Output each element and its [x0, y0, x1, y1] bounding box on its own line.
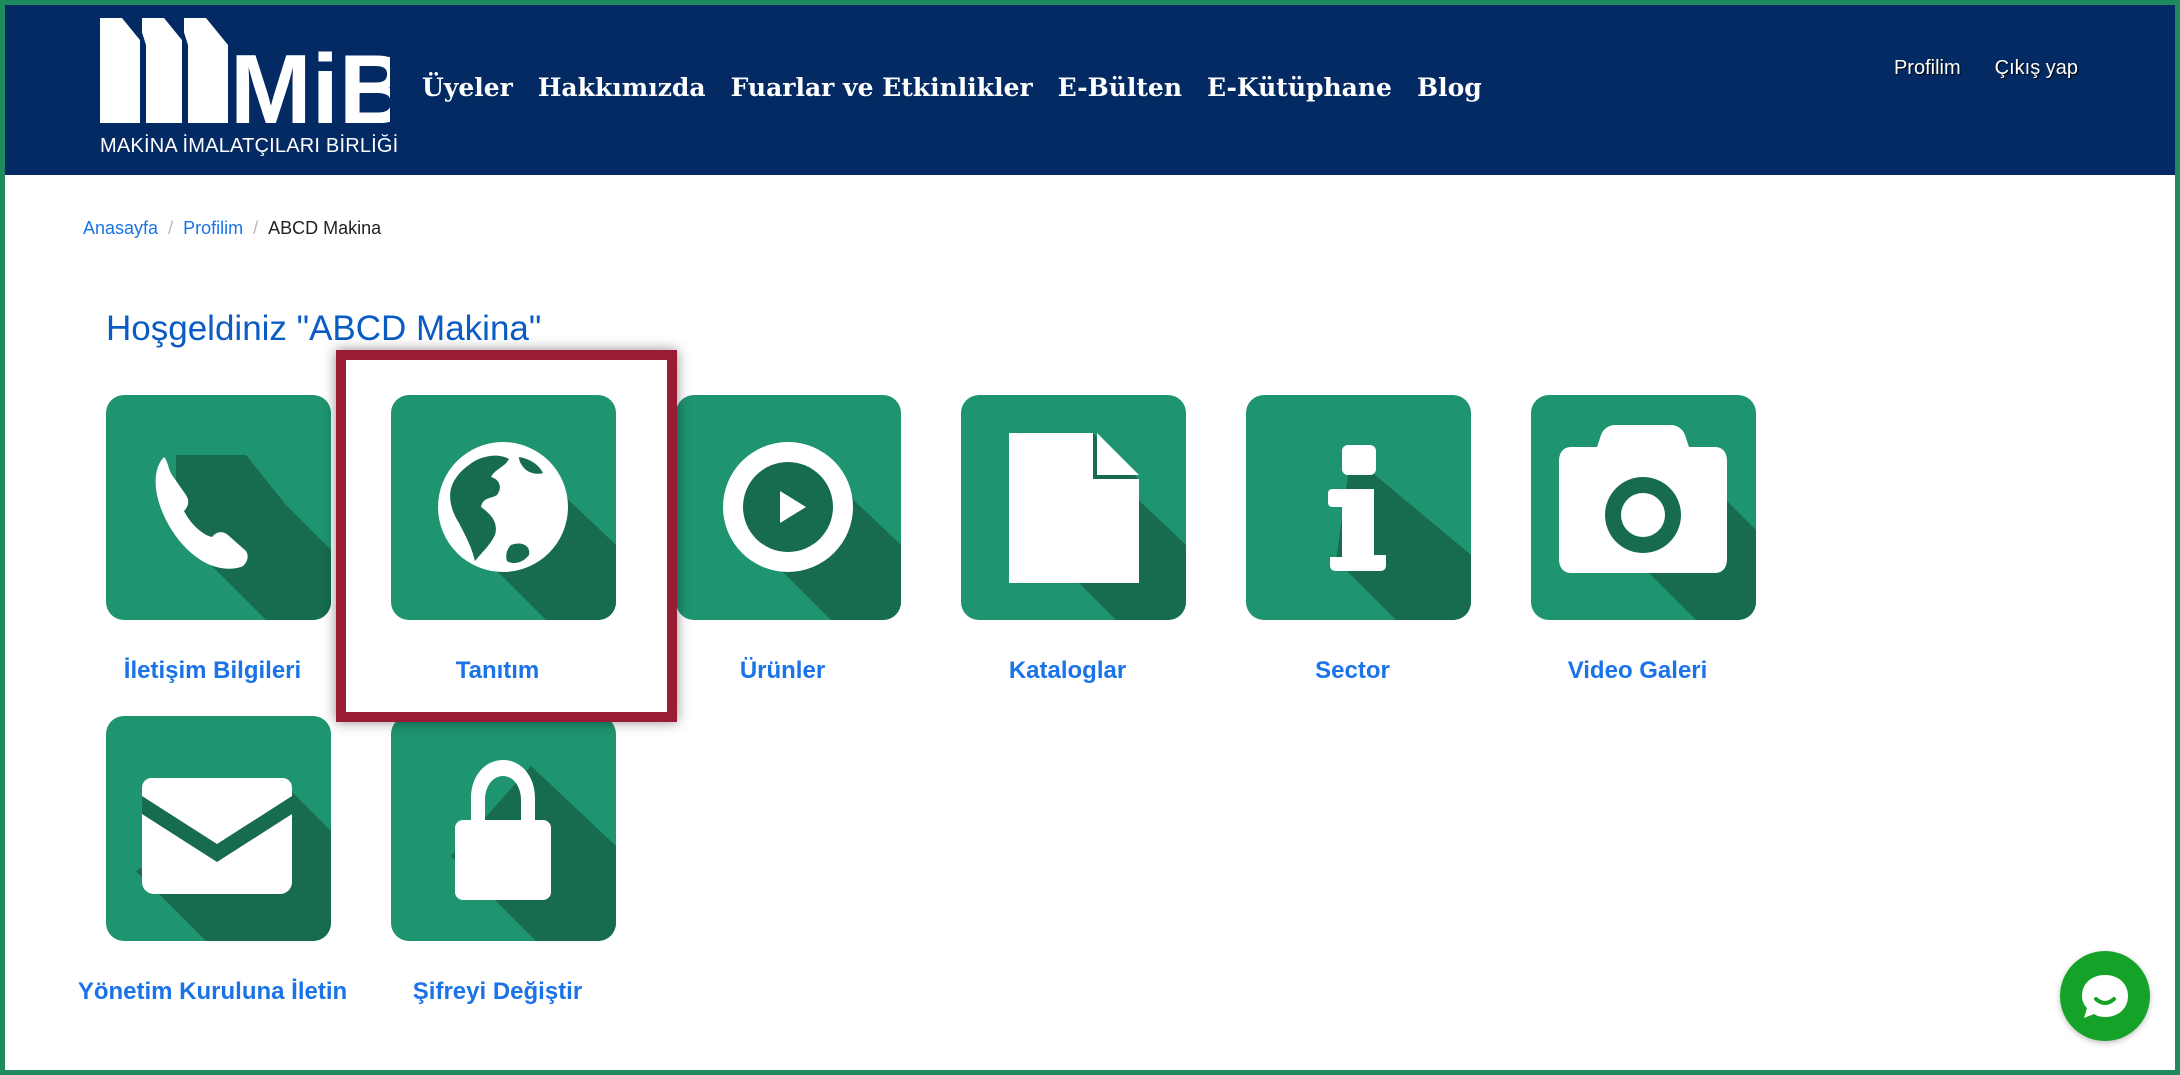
tile-icon-box: [1531, 395, 1756, 620]
svg-text:MiB: MiB: [230, 34, 390, 133]
document-icon: [961, 395, 1186, 620]
chat-button[interactable]: [2060, 951, 2150, 1041]
lock-icon: [391, 716, 616, 941]
profile-link[interactable]: Profilim: [1894, 57, 1961, 80]
tile-icon-box: [391, 716, 616, 941]
nav-item-blog[interactable]: Blog: [1417, 73, 1482, 102]
breadcrumb: Anasayfa / Profilim / ABCD Makina: [83, 218, 381, 239]
breadcrumb-home[interactable]: Anasayfa: [83, 218, 158, 239]
page-title: Hoşgeldiniz "ABCD Makina": [106, 309, 542, 348]
main-nav: Üyeler Hakkımızda Fuarlar ve Etkinlikler…: [422, 73, 1482, 102]
play-circle-icon: [676, 395, 901, 620]
nav-item-ebulten[interactable]: E-Bülten: [1058, 73, 1182, 102]
logo-subtitle: MAKİNA İMALATÇILARI BİRLİĞİ: [100, 135, 399, 157]
breadcrumb-separator: /: [168, 218, 174, 238]
nav-item-ekutuphane[interactable]: E-Kütüphane: [1207, 73, 1392, 102]
camera-icon: [1531, 395, 1756, 620]
user-nav: Profilim Çıkış yap: [1894, 57, 2078, 80]
tile-icon-box: [106, 395, 331, 620]
phone-icon: [106, 395, 331, 620]
highlight-box: [336, 350, 677, 722]
chat-bubble-icon: [2082, 975, 2128, 1018]
tile-label: Sector: [1315, 657, 1390, 684]
envelope-icon: [106, 716, 331, 941]
tile-icon-box: [961, 395, 1186, 620]
tile-label: Video Galeri: [1567, 657, 1708, 684]
breadcrumb-current: ABCD Makina: [268, 218, 382, 238]
tile-icon-box: [106, 716, 331, 941]
logout-link[interactable]: Çıkış yap: [1995, 57, 2078, 80]
nav-item-fuarlar[interactable]: Fuarlar ve Etkinlikler: [731, 73, 1033, 102]
tile-label: Kataloglar: [1008, 657, 1127, 684]
tile-label: Ürünler: [739, 657, 826, 684]
tile-icon-box: [1246, 395, 1471, 620]
site-header: MiB MAKİNA İMALATÇILARI BİRLİĞİ Üyeler H…: [5, 5, 2175, 175]
breadcrumb-profile[interactable]: Profilim: [183, 218, 243, 239]
info-icon: [1246, 395, 1471, 620]
tile-icon-box: [676, 395, 901, 620]
tile-label: Yönetim Kuruluna İletin: [77, 978, 348, 1005]
nav-item-hakkimizda[interactable]: Hakkımızda: [538, 73, 706, 102]
breadcrumb-separator: /: [253, 218, 259, 238]
logo-wordmark: MiB: [230, 34, 390, 133]
tile-label: İletişim Bilgileri: [123, 657, 302, 684]
nav-item-uyeler[interactable]: Üyeler: [422, 73, 513, 102]
tile-label: Şifreyi Değiştir: [412, 978, 583, 1005]
site-logo[interactable]: MiB MAKİNA İMALATÇILARI BİRLİĞİ: [100, 15, 398, 165]
